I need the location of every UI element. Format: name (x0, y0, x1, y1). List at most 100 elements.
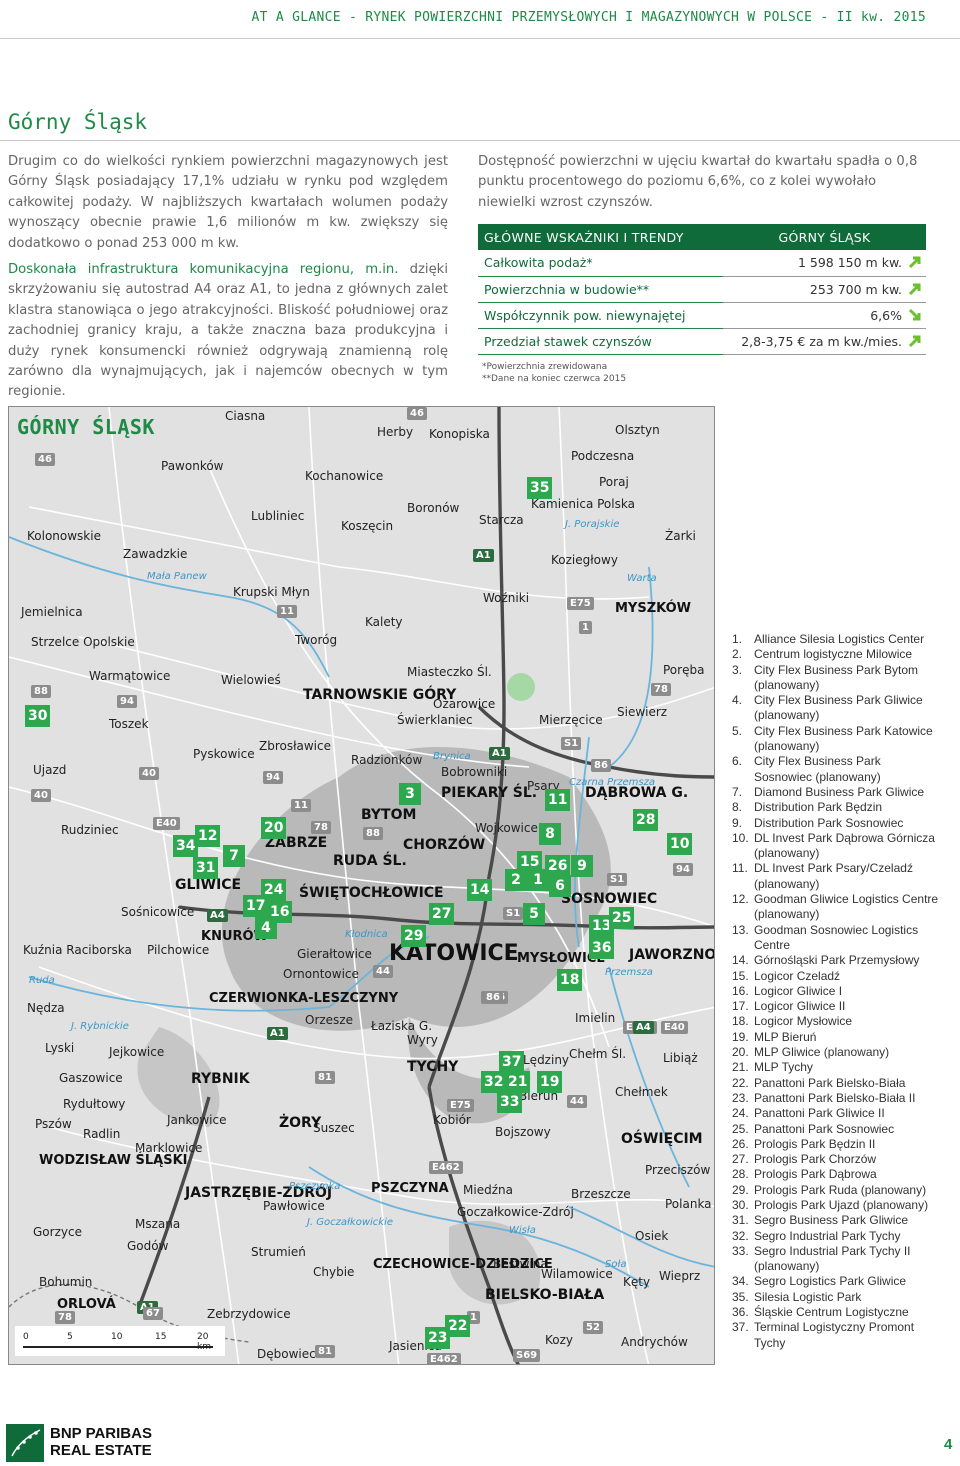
city-label: SOSNOWIEC (561, 891, 658, 907)
project-marker[interactable]: 37 (499, 1051, 525, 1073)
road-shield: 52 (583, 1321, 603, 1334)
project-marker[interactable]: 32 (481, 1071, 507, 1093)
road-shield: A1 (489, 747, 510, 760)
project-marker[interactable]: 27 (429, 903, 455, 925)
footnote-2: **Dane na koniec czerwca 2015 (482, 374, 627, 384)
project-marker[interactable]: 31 (193, 857, 219, 879)
project-marker[interactable]: 29 (401, 925, 427, 947)
legend-item: 18. Logicor Mysłowice (732, 1014, 942, 1029)
legend-item: 29. Prologis Park Ruda (planowany) (732, 1183, 942, 1198)
kpi-row: Całkowita podaż* 1 598 150 m kw. (478, 250, 926, 277)
project-marker[interactable]: 17 (243, 895, 269, 917)
project-marker[interactable]: 14 (467, 879, 493, 901)
city-label: CZECHOWICE-DZIEDZICE (373, 1257, 553, 1272)
road-shield: 46 (35, 453, 55, 466)
project-marker[interactable]: 10 (667, 833, 693, 855)
project-marker[interactable]: 30 (25, 705, 51, 727)
legend-number: 24. (732, 1106, 749, 1121)
legend-number: 8. (732, 800, 743, 815)
place-label: Pawonków (161, 459, 224, 473)
project-marker[interactable]: 20 (261, 817, 287, 839)
place-label: Herby (377, 425, 414, 439)
legend-number: 28. (732, 1167, 749, 1182)
project-marker[interactable]: 11 (545, 789, 571, 811)
legend-label: Prologis Park Chorzów (754, 1152, 877, 1167)
legend-item: 17. Logicor Gliwice II (732, 999, 942, 1014)
place-label: Przeciszów (645, 1163, 711, 1177)
legend-number: 20. (732, 1045, 749, 1060)
legend-label: Prologis Park Ruda (planowany) (754, 1182, 927, 1197)
kpi-footnotes: *Powierzchnia zrewidowana **Dane na koni… (482, 361, 626, 385)
road-shield: 1 (579, 621, 592, 634)
project-marker[interactable]: 33 (497, 1091, 523, 1113)
project-marker[interactable]: 1 (527, 869, 549, 891)
city-label: CHORZÓW (403, 837, 486, 853)
kpi-value: 1 598 150 m kw. (723, 250, 926, 277)
road-shield: S69 (513, 1349, 541, 1362)
place-label: Koszęcin (341, 519, 394, 533)
project-marker[interactable]: 35 (527, 477, 553, 499)
place-label: Chybie (313, 1265, 355, 1279)
legend-item: 4. City Flex Business Park Gliwice (plano… (732, 693, 942, 724)
project-marker[interactable]: 3 (399, 783, 421, 805)
place-label: Sośnicowice (121, 905, 195, 919)
project-marker[interactable]: 6 (549, 875, 571, 897)
project-marker[interactable]: 34 (173, 835, 199, 857)
legend-label: City Flex Business Park Katowice (planow… (754, 723, 933, 754)
water-label: Mała Panew (147, 571, 207, 582)
legend-item: 16. Logicor Gliwice I (732, 984, 942, 999)
city-label: TYCHY (407, 1059, 459, 1075)
place-label: Rydułtowy (63, 1097, 126, 1111)
road-shield: 94 (673, 863, 693, 876)
place-label: Bohumin (39, 1275, 93, 1289)
project-marker[interactable]: 7 (223, 845, 245, 867)
city-label: CZERWIONKA-LESZCZYNY (209, 991, 399, 1006)
legend-label: Górnośląski Park Przemysłowy (754, 953, 920, 968)
project-marker[interactable]: 2 (505, 869, 527, 891)
place-label: Pyskowice (193, 747, 255, 761)
project-marker[interactable]: 25 (609, 907, 635, 929)
road-shield: 78 (311, 821, 331, 834)
road-shield: S1 (561, 737, 582, 750)
legend-number: 4. (732, 693, 743, 708)
place-label: Strzelce Opolskie (31, 635, 135, 649)
legend-item: 12. Goodman Gliwice Logistics Centre (pla… (732, 892, 942, 923)
water-label: Warta (627, 573, 657, 584)
legend-label: Goodman Gliwice Logistics Centre (planow… (754, 892, 939, 922)
legend-item: 20. MLP Gliwice (planowany) (732, 1045, 942, 1060)
project-marker[interactable]: 12 (195, 825, 221, 847)
project-marker[interactable]: 36 (589, 937, 615, 959)
place-label: Mszana (135, 1217, 181, 1231)
project-marker[interactable]: 28 (633, 809, 659, 831)
legend-number: 25. (732, 1121, 749, 1136)
project-marker[interactable]: 18 (557, 969, 583, 991)
place-label: Dębowiec (257, 1347, 316, 1361)
road-shield: 88 (31, 685, 51, 698)
legend-label: Distribution Park Sosnowiec (754, 815, 904, 830)
road-shield: A1 (267, 1027, 288, 1040)
city-label: JAWORZNO (629, 947, 715, 963)
project-marker[interactable]: 21 (505, 1071, 531, 1093)
road-shield: E40 (153, 817, 180, 830)
project-marker[interactable]: 19 (537, 1071, 563, 1093)
legend-item: 37. Terminal Logistyczny Promont Tychy (732, 1320, 942, 1351)
legend-label: Alliance Silesia Logistics Center (754, 632, 925, 646)
city-label: ŚWIĘTOCHŁOWICE (299, 885, 444, 901)
city-label: BIELSKO-BIAŁA (485, 1287, 605, 1303)
place-label: Żarki (665, 529, 696, 543)
legend-number: 5. (732, 723, 743, 738)
road-shield: E40 (661, 1021, 688, 1034)
project-marker[interactable]: 5 (523, 903, 545, 925)
legend-label: Śląskie Centrum Logistyczne (754, 1305, 909, 1320)
road-shield: 86 (591, 759, 611, 772)
legend-label: Prologis Park Będzin II (754, 1136, 876, 1151)
water-label: Brynica (433, 751, 471, 762)
project-marker[interactable]: 8 (539, 823, 561, 845)
road-shield: E75 (447, 1099, 474, 1112)
project-marker[interactable]: 4 (255, 917, 277, 939)
project-marker[interactable]: 23 (425, 1327, 451, 1349)
project-marker[interactable]: 9 (571, 855, 593, 877)
road-shield: 11 (291, 799, 311, 812)
place-label: Warmątowice (89, 669, 171, 683)
city-label: ORLOVÁ (57, 1297, 116, 1312)
